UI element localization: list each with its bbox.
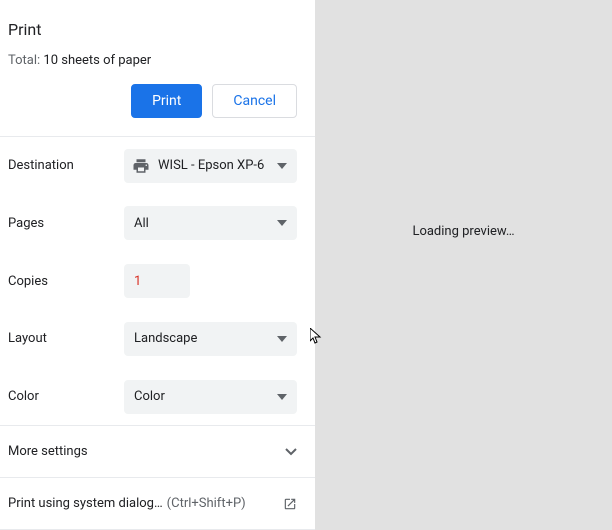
chevron-down-icon [285, 448, 297, 456]
preview-panel: Loading preview… [315, 0, 612, 530]
destination-row: Destination WISL - Epson XP-6 [0, 137, 315, 195]
color-row: Color Color [0, 368, 315, 426]
copies-input[interactable] [124, 264, 190, 298]
pages-label: Pages [8, 216, 124, 231]
layout-select[interactable]: Landscape [124, 322, 297, 356]
system-dialog-shortcut: (Ctrl+Shift+P) [167, 496, 246, 511]
destination-select[interactable]: WISL - Epson XP-6 [124, 149, 297, 183]
page-title: Print [8, 20, 307, 39]
printer-icon [132, 157, 150, 175]
layout-label: Layout [8, 331, 124, 346]
more-settings-label: More settings [8, 444, 88, 459]
color-value: Color [134, 389, 267, 404]
layout-value: Landscape [134, 331, 267, 346]
layout-row: Layout Landscape [0, 310, 315, 368]
system-dialog-text: Print using system dialog… [8, 496, 163, 511]
print-settings-panel: Print Total: 10 sheets of paper Print Ca… [0, 0, 315, 530]
print-button[interactable]: Print [131, 84, 202, 118]
cancel-button[interactable]: Cancel [212, 84, 297, 118]
more-settings-toggle[interactable]: More settings [0, 426, 315, 477]
total-sheets: Total: 10 sheets of paper [8, 53, 307, 68]
color-select[interactable]: Color [124, 380, 297, 414]
pages-row: Pages All [0, 195, 315, 253]
loading-preview-text: Loading preview… [412, 224, 514, 239]
action-buttons: Print Cancel [0, 68, 315, 136]
total-prefix: Total: [8, 53, 43, 68]
system-dialog-link[interactable]: Print using system dialog… (Ctrl+Shift+P… [0, 478, 315, 529]
chevron-down-icon [277, 163, 287, 169]
chevron-down-icon [277, 336, 287, 342]
header: Print Total: 10 sheets of paper [0, 0, 315, 68]
copies-label: Copies [8, 274, 124, 289]
pages-select[interactable]: All [124, 206, 297, 240]
pages-value: All [134, 216, 267, 231]
chevron-down-icon [277, 220, 287, 226]
copies-row: Copies [0, 252, 315, 310]
chevron-down-icon [277, 394, 287, 400]
destination-label: Destination [8, 158, 124, 173]
external-link-icon [283, 497, 297, 511]
color-label: Color [8, 389, 124, 404]
destination-value: WISL - Epson XP-6 [158, 158, 267, 173]
system-dialog-label: Print using system dialog… (Ctrl+Shift+P… [8, 496, 246, 511]
total-value: 10 sheets of paper [43, 53, 151, 68]
